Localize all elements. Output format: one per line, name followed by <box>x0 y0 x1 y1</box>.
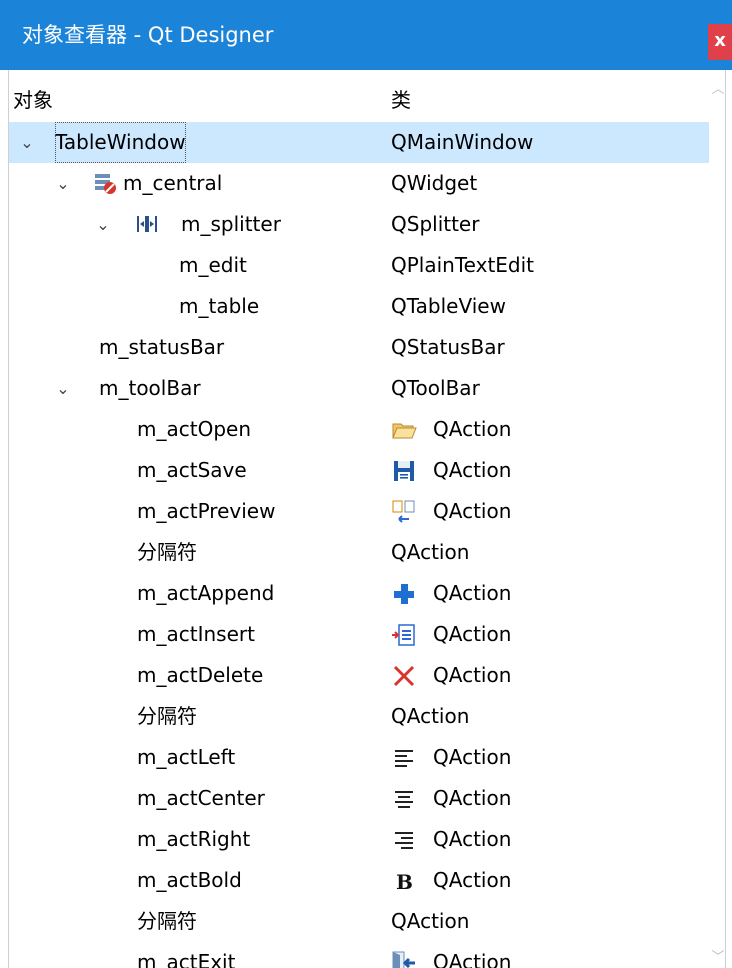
tree-row[interactable]: m_actBold B QAction <box>9 860 709 901</box>
tree-row[interactable]: ⌄ m_central QWidget <box>9 163 709 204</box>
class-name: QAction <box>433 745 512 769</box>
class-name: QAction <box>391 909 470 933</box>
bold-icon: B <box>391 868 417 894</box>
class-name: QAction <box>433 499 512 523</box>
tree-row[interactable]: m_actDelete QAction <box>9 655 709 696</box>
align-center-icon <box>391 786 417 812</box>
class-name: QAction <box>433 417 512 441</box>
window-title: 对象查看器 - Qt Designer <box>22 23 274 47</box>
scroll-up-icon[interactable]: ︿ <box>711 78 725 97</box>
object-name: m_actCenter <box>137 786 265 810</box>
class-name: QPlainTextEdit <box>391 253 535 277</box>
plus-icon <box>391 581 417 607</box>
class-name: QWidget <box>391 171 478 195</box>
object-name: m_toolBar <box>99 376 201 400</box>
object-name: m_splitter <box>181 212 281 236</box>
class-name: QAction <box>433 950 512 968</box>
object-name: m_actAppend <box>137 581 275 605</box>
object-name: m_actDelete <box>137 663 264 687</box>
tree-row[interactable]: 分隔符 QAction <box>9 901 709 942</box>
class-name: QSplitter <box>391 212 480 236</box>
tree-row[interactable]: m_actCenter QAction <box>9 778 709 819</box>
class-name: QAction <box>433 622 512 646</box>
tree-row[interactable]: m_actInsert QAction <box>9 614 709 655</box>
object-name: m_actExit <box>137 950 236 968</box>
tree-row[interactable]: m_edit QPlainTextEdit <box>9 245 709 286</box>
class-name: QAction <box>433 458 512 482</box>
object-name: 分隔符 <box>137 704 197 728</box>
tree-row[interactable]: 分隔符 QAction <box>9 532 709 573</box>
object-name: m_actLeft <box>137 745 236 769</box>
class-name: QAction <box>433 663 512 687</box>
object-name: m_statusBar <box>99 335 225 359</box>
exit-icon <box>391 950 417 968</box>
expand-chevron-icon[interactable]: ⌄ <box>53 368 73 409</box>
expand-chevron-icon[interactable]: ⌄ <box>93 204 113 245</box>
tree-row[interactable]: m_actExit QAction <box>9 942 709 968</box>
object-name: TableWindow <box>55 122 186 163</box>
class-name: QAction <box>433 868 512 892</box>
class-name: QAction <box>433 786 512 810</box>
svg-text:B: B <box>396 870 413 894</box>
tree-row[interactable]: 分隔符 QAction <box>9 696 709 737</box>
object-name: m_actInsert <box>137 622 255 646</box>
tree-row[interactable]: m_actOpen QAction <box>9 409 709 450</box>
preview-icon <box>391 499 417 525</box>
object-name: m_actOpen <box>137 417 251 441</box>
close-button[interactable]: x <box>708 24 732 60</box>
header-object[interactable]: 对象 <box>13 82 53 118</box>
folder-open-icon <box>391 417 417 443</box>
class-name: QTableView <box>391 294 506 318</box>
object-name: m_actPreview <box>137 499 276 523</box>
align-right-icon <box>391 827 417 853</box>
object-name: 分隔符 <box>137 909 197 933</box>
tree-row[interactable]: m_actPreview QAction <box>9 491 709 532</box>
insert-row-icon <box>391 622 417 648</box>
object-name: 分隔符 <box>137 540 197 564</box>
object-name: m_edit <box>179 253 247 277</box>
object-name: m_actSave <box>137 458 247 482</box>
object-name: m_central <box>123 171 223 195</box>
class-name: QAction <box>391 540 470 564</box>
align-left-icon <box>391 745 417 771</box>
class-name: QToolBar <box>391 376 480 400</box>
class-name: QAction <box>391 704 470 728</box>
vertical-scrollbar[interactable]: ︿ ﹀ <box>711 70 725 968</box>
class-name: QAction <box>433 827 512 851</box>
tree-header: 对象 类 <box>9 82 709 118</box>
widget-icon <box>93 171 117 195</box>
save-disk-icon <box>391 458 417 484</box>
tree-row[interactable]: m_actSave QAction <box>9 450 709 491</box>
object-inspector-tree[interactable]: 对象 类 ⌄ TableWindow QMainWindow ⌄ m_central QW… <box>8 70 726 968</box>
tree-row[interactable]: m_table QTableView <box>9 286 709 327</box>
tree-row[interactable]: m_statusBar QStatusBar <box>9 327 709 368</box>
tree-row[interactable]: ⌄ m_splitter QSplitter <box>9 204 709 245</box>
scroll-down-icon[interactable]: ﹀ <box>711 946 725 965</box>
tree-row[interactable]: ⌄ m_toolBar QToolBar <box>9 368 709 409</box>
class-name: QStatusBar <box>391 335 505 359</box>
object-name: m_actBold <box>137 868 242 892</box>
object-name: m_actRight <box>137 827 251 851</box>
splitter-icon <box>135 212 159 236</box>
expand-chevron-icon[interactable]: ⌄ <box>17 122 37 163</box>
tree-row[interactable]: m_actAppend QAction <box>9 573 709 614</box>
tree-row[interactable]: m_actRight QAction <box>9 819 709 860</box>
title-bar: 对象查看器 - Qt Designer x <box>0 0 732 70</box>
tree-row[interactable]: ⌄ TableWindow QMainWindow <box>9 122 709 163</box>
tree-row[interactable]: m_actLeft QAction <box>9 737 709 778</box>
class-name: QMainWindow <box>391 130 534 154</box>
header-class[interactable]: 类 <box>391 82 411 118</box>
tree-rows: ⌄ TableWindow QMainWindow ⌄ m_central QWidget… <box>9 122 709 968</box>
delete-x-icon <box>391 663 417 689</box>
class-name: QAction <box>433 581 512 605</box>
expand-chevron-icon[interactable]: ⌄ <box>53 163 73 204</box>
object-name: m_table <box>179 294 260 318</box>
